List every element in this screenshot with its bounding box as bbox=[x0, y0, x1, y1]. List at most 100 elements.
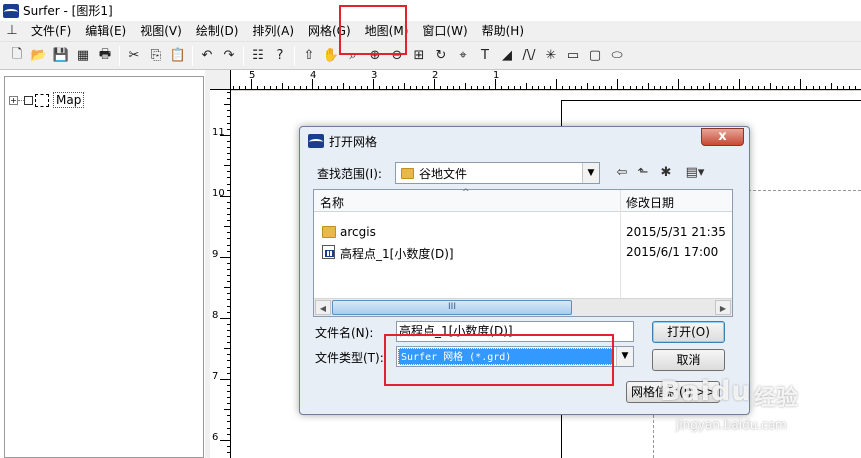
close-icon: x bbox=[718, 129, 727, 144]
ruler-tick bbox=[446, 86, 448, 89]
horizontal-scrollbar[interactable]: ◀ III ▶ bbox=[314, 298, 732, 316]
polygon-icon[interactable]: ◢ bbox=[496, 45, 518, 67]
ruler-tick bbox=[227, 427, 230, 429]
symbol-icon[interactable]: ✳ bbox=[540, 45, 562, 67]
select-arrow-icon[interactable]: ⇧ bbox=[298, 45, 320, 67]
object-manager-icon[interactable]: ☷ bbox=[247, 45, 269, 67]
copy-icon[interactable]: ⎘ bbox=[145, 45, 167, 67]
undo-icon[interactable]: ↶ bbox=[196, 45, 218, 67]
document-menu-icon[interactable]: ⊥ bbox=[4, 23, 20, 39]
redo-icon[interactable]: ↷ bbox=[218, 45, 240, 67]
polyline-icon[interactable]: /\/ bbox=[518, 45, 540, 67]
back-icon[interactable]: ⇦ bbox=[612, 164, 632, 182]
ruler-tick bbox=[227, 171, 230, 173]
ruler-label: 10 bbox=[212, 188, 225, 199]
menu-edit[interactable]: 编辑(E) bbox=[78, 21, 133, 41]
ruler-tick bbox=[629, 86, 631, 89]
view-menu-icon[interactable]: ▤▾ bbox=[680, 164, 710, 182]
pan-hand-icon[interactable]: ✋ bbox=[320, 45, 342, 67]
tree-item-map[interactable]: + Map bbox=[9, 92, 85, 108]
rounded-rectangle-icon[interactable]: ▢ bbox=[584, 45, 606, 67]
ruler-vertical: 11 10 9 8 7 6 bbox=[210, 90, 231, 458]
print-icon[interactable]: 🖶 bbox=[94, 45, 116, 67]
tree-visibility-checkbox[interactable] bbox=[24, 95, 33, 105]
ruler-tick bbox=[794, 86, 796, 89]
file-type-select[interactable]: Surfer 网格 (*.grd) ▼ bbox=[396, 346, 634, 367]
tree-expand-icon[interactable]: + bbox=[9, 95, 18, 105]
menu-arrange[interactable]: 排列(A) bbox=[245, 21, 301, 41]
ruler-tick bbox=[824, 86, 826, 89]
menu-draw[interactable]: 绘制(D) bbox=[189, 21, 246, 41]
scroll-thumb[interactable]: III bbox=[332, 300, 572, 315]
ruler-tick bbox=[227, 451, 230, 453]
column-name[interactable]: 名称 bbox=[320, 194, 344, 211]
cut-icon[interactable]: ✂ bbox=[123, 45, 145, 67]
ruler-tick bbox=[617, 79, 619, 89]
close-button[interactable]: x bbox=[701, 128, 744, 146]
ruler-tick bbox=[227, 116, 230, 118]
ruler-tick bbox=[379, 86, 381, 89]
ruler-tick bbox=[220, 317, 230, 319]
open-folder-icon[interactable]: 📂 bbox=[28, 45, 50, 67]
rectangle-icon[interactable]: ▭ bbox=[562, 45, 584, 67]
ruler-tick bbox=[550, 86, 552, 89]
text-icon[interactable]: T bbox=[474, 45, 496, 67]
menu-help[interactable]: 帮助(H) bbox=[475, 21, 531, 41]
scroll-left-icon[interactable]: ◀ bbox=[315, 300, 331, 315]
ruler-label: 7 bbox=[212, 371, 219, 382]
ruler-tick bbox=[836, 86, 838, 89]
ruler-tick bbox=[224, 165, 230, 167]
up-folder-icon[interactable]: ⬑ bbox=[633, 164, 653, 182]
ruler-tick bbox=[227, 146, 230, 148]
ruler-tick bbox=[409, 86, 411, 89]
grid-info-button[interactable]: 网格信息(I) >> bbox=[626, 381, 720, 403]
column-date[interactable]: 修改日期 bbox=[626, 194, 674, 211]
spreadsheet-icon[interactable]: ▦ bbox=[72, 45, 94, 67]
ruler-tick bbox=[647, 83, 649, 89]
cancel-button[interactable]: 取消 bbox=[652, 349, 725, 371]
ruler-tick bbox=[263, 86, 265, 89]
chevron-down-icon[interactable]: ▼ bbox=[616, 347, 633, 366]
ruler-tick bbox=[227, 336, 230, 337]
object-manager-panel: + Map bbox=[4, 76, 204, 458]
new-file-icon[interactable]: 🗋 bbox=[6, 45, 28, 67]
menu-map[interactable]: 地图(M) bbox=[358, 21, 416, 41]
menu-grid[interactable]: 网格(G) bbox=[301, 21, 358, 41]
zoom-icon[interactable]: ⌕ bbox=[342, 45, 364, 67]
menu-file[interactable]: 文件(F) bbox=[24, 21, 78, 41]
zoom-out-icon[interactable]: ⊖ bbox=[386, 45, 408, 67]
paste-icon[interactable]: 📋 bbox=[167, 45, 189, 67]
ruler-tick bbox=[224, 287, 230, 289]
ruler-tick bbox=[440, 86, 442, 89]
ellipse-icon[interactable]: ⬭ bbox=[606, 45, 628, 67]
new-folder-icon[interactable]: ✱ bbox=[656, 164, 676, 182]
menu-view[interactable]: 视图(V) bbox=[133, 21, 189, 41]
file-name-input[interactable]: 高程点_1[小数度(D)] bbox=[396, 321, 634, 342]
reshape-icon[interactable]: ⌖ bbox=[452, 45, 474, 67]
scroll-right-icon[interactable]: ▶ bbox=[715, 300, 731, 315]
ruler-tick bbox=[224, 409, 230, 411]
ruler-tick bbox=[227, 153, 230, 154]
zoom-in-icon[interactable]: ⊕ bbox=[364, 45, 386, 67]
help-pointer-icon[interactable]: ? bbox=[269, 45, 291, 67]
look-in-dropdown[interactable]: 谷地文件 ▼ bbox=[395, 162, 600, 184]
ruler-tick bbox=[605, 86, 607, 89]
ruler-tick bbox=[641, 86, 643, 89]
menu-window[interactable]: 窗口(W) bbox=[415, 21, 474, 41]
chevron-down-icon[interactable]: ▼ bbox=[582, 163, 599, 183]
rotate-icon[interactable]: ↻ bbox=[430, 45, 452, 67]
ruler-tick bbox=[239, 86, 241, 89]
ruler-tick bbox=[227, 159, 230, 161]
ruler-tick bbox=[227, 207, 230, 209]
ruler-tick bbox=[275, 86, 277, 89]
surfer-app-icon bbox=[308, 134, 324, 148]
file-name: arcgis bbox=[340, 225, 376, 239]
ruler-tick bbox=[227, 244, 230, 246]
ruler-tick bbox=[227, 214, 230, 215]
file-row[interactable]: arcgis 2015/5/31 21:35 bbox=[314, 222, 732, 242]
ruler-tick bbox=[227, 268, 230, 270]
zoom-rect-icon[interactable]: ⊞ bbox=[408, 45, 430, 67]
save-icon[interactable]: 💾 bbox=[50, 45, 72, 67]
file-row[interactable]: 高程点_1[小数度(D)] 2015/6/1 17:00 bbox=[314, 242, 732, 262]
open-button[interactable]: 打开(O) bbox=[652, 321, 725, 343]
